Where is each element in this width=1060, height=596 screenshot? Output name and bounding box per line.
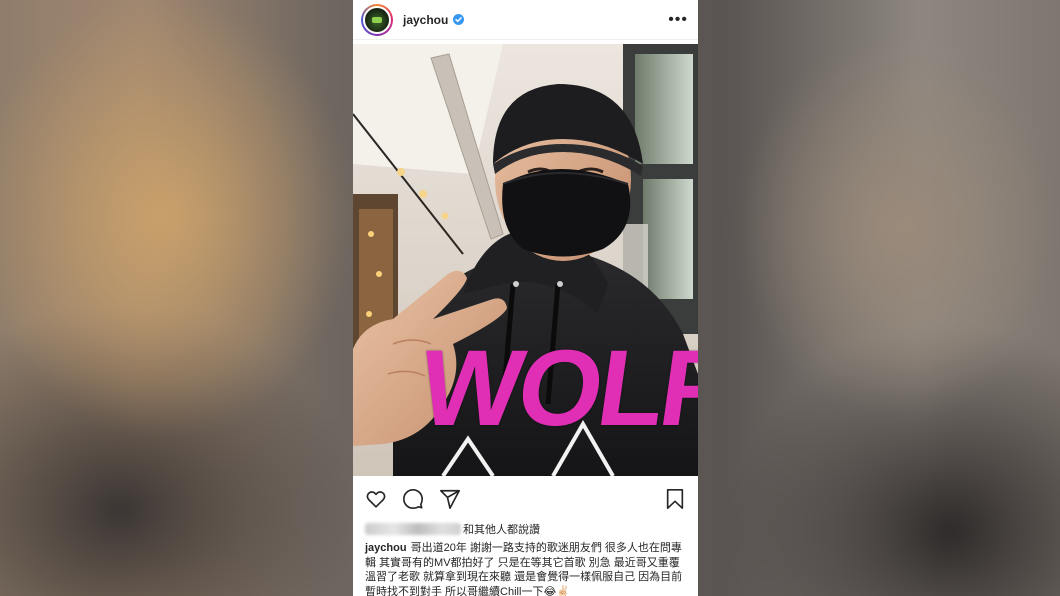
bookmark-icon[interactable] <box>664 488 686 510</box>
caption-username[interactable]: jaychou <box>365 542 407 554</box>
caption: jaychou 哥出道20年 謝謝一路支持的歌迷朋友們 很多人也在問專輯 其實哥有… <box>365 541 690 596</box>
likes-text[interactable]: 和其他人都說讚 <box>463 521 540 537</box>
username[interactable]: jaychou <box>403 13 448 27</box>
hoodie-print: WOLF <box>412 327 698 448</box>
post-photo[interactable]: WOLF <box>353 44 698 476</box>
caption-text: 哥出道20年 謝謝一路支持的歌迷朋友們 很多人也在問專輯 其實哥有的MV都拍好了… <box>365 542 683 596</box>
action-bar <box>353 478 698 520</box>
more-icon[interactable]: ••• <box>668 11 688 28</box>
likes-line: 和其他人都說讚 <box>365 521 540 537</box>
avatar-image <box>363 5 391 34</box>
post-header: jaychou ••• <box>353 0 698 40</box>
instagram-post: jaychou ••• WOLF 和其他人都說讚 jaychou 哥出道20年 … <box>353 0 698 596</box>
share-icon[interactable] <box>439 488 461 510</box>
blurred-liker-names <box>365 523 461 535</box>
verified-icon <box>453 14 465 25</box>
heart-icon[interactable] <box>365 488 387 510</box>
comment-icon[interactable] <box>402 488 424 510</box>
avatar[interactable] <box>361 3 393 36</box>
